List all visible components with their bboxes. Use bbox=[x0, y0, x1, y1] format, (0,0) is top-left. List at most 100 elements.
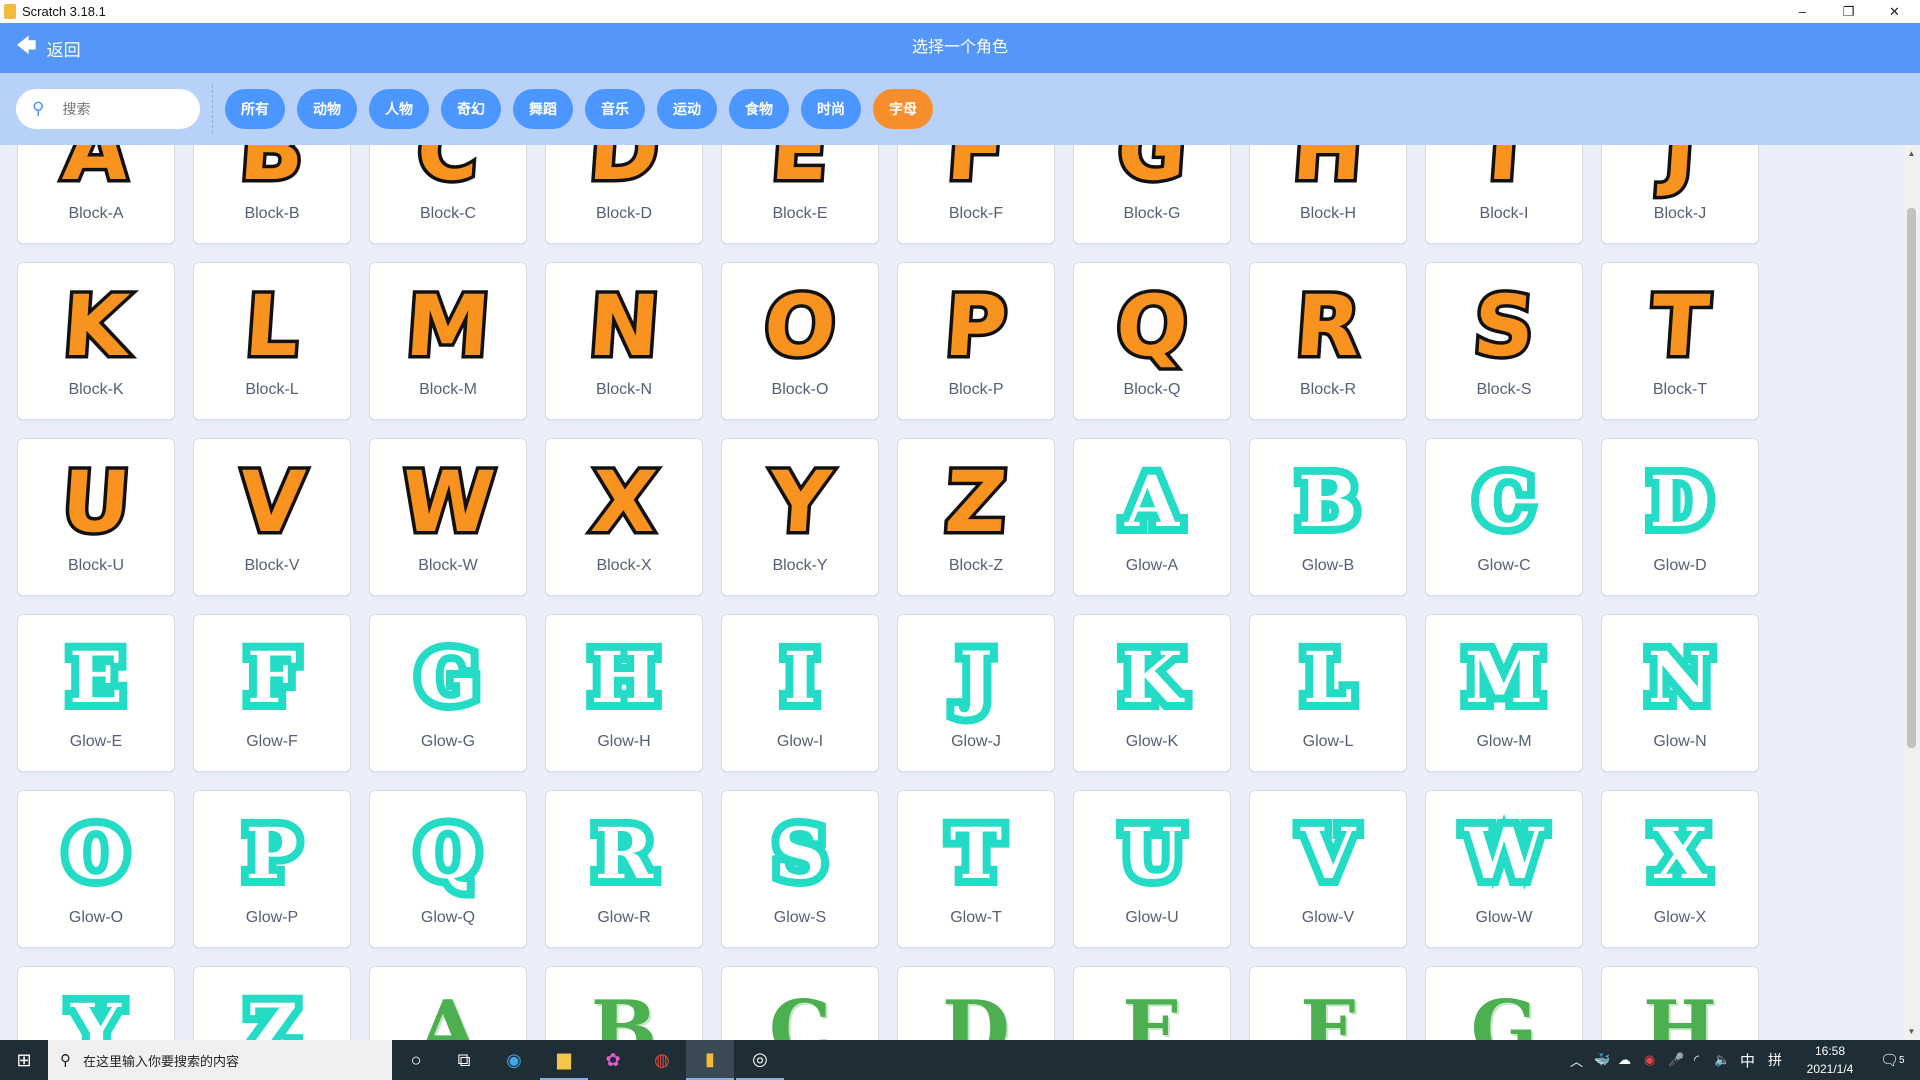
sprite-card[interactable]: R Block-R bbox=[1249, 262, 1407, 420]
sprite-card[interactable]: F bbox=[1249, 966, 1407, 1040]
sprite-card[interactable]: W Block-W bbox=[369, 438, 527, 596]
close-button[interactable]: ✕ bbox=[1872, 0, 1917, 23]
sprite-card[interactable]: G bbox=[1425, 966, 1583, 1040]
clock[interactable]: 16:58 2021/1/4 bbox=[1790, 1042, 1870, 1078]
scroll-up-icon[interactable]: ▲ bbox=[1903, 149, 1920, 158]
sprite-card[interactable]: Z bbox=[193, 966, 351, 1040]
filter-tag[interactable]: 字母 bbox=[873, 89, 933, 129]
obs-icon[interactable]: ◎ bbox=[736, 1040, 784, 1080]
filter-tag[interactable]: 运动 bbox=[657, 89, 717, 129]
filter-tag[interactable]: 音乐 bbox=[585, 89, 645, 129]
sprite-card[interactable]: H Glow-H bbox=[545, 614, 703, 772]
sprite-card[interactable]: Y Block-Y bbox=[721, 438, 879, 596]
sprite-card[interactable]: U Glow-U bbox=[1073, 790, 1231, 948]
windows-start-icon[interactable]: ⊞ bbox=[0, 1040, 48, 1080]
task-view-icon[interactable]: ⧉ bbox=[440, 1040, 488, 1080]
sprite-card[interactable]: J Block-J bbox=[1601, 145, 1759, 244]
sprite-card[interactable]: V Glow-V bbox=[1249, 790, 1407, 948]
filter-tag[interactable]: 奇幻 bbox=[441, 89, 501, 129]
sprite-card[interactable]: D bbox=[897, 966, 1055, 1040]
sprite-card[interactable]: Y bbox=[17, 966, 175, 1040]
sprite-card[interactable]: E Block-E bbox=[721, 145, 879, 244]
sprite-card[interactable]: A Glow-A bbox=[1073, 438, 1231, 596]
search-box[interactable]: ⚲ bbox=[16, 89, 200, 129]
scratch-taskbar-icon[interactable]: ▮ bbox=[686, 1040, 734, 1080]
sprite-card[interactable]: T Glow-T bbox=[897, 790, 1055, 948]
file-explorer-icon[interactable]: ▆ bbox=[540, 1040, 588, 1080]
scrollbar-thumb[interactable] bbox=[1907, 208, 1916, 748]
sprite-card[interactable]: P Glow-P bbox=[193, 790, 351, 948]
filter-tag[interactable]: 动物 bbox=[297, 89, 357, 129]
sprite-card[interactable]: O Glow-O bbox=[17, 790, 175, 948]
sprite-card[interactable]: R Glow-R bbox=[545, 790, 703, 948]
ime-language[interactable]: 中 bbox=[1740, 1040, 1755, 1080]
sprite-card[interactable]: B bbox=[545, 966, 703, 1040]
sprite-card[interactable]: L Glow-L bbox=[1249, 614, 1407, 772]
docker-icon[interactable]: 🐳 bbox=[1594, 1040, 1610, 1080]
filter-tag[interactable]: 人物 bbox=[369, 89, 429, 129]
sprite-card[interactable]: K Block-K bbox=[17, 262, 175, 420]
sprite-card[interactable]: I Block-I bbox=[1425, 145, 1583, 244]
ime-mode[interactable]: 拼 bbox=[1768, 1040, 1782, 1080]
edge-icon[interactable]: ◉ bbox=[490, 1040, 538, 1080]
sprite-card[interactable]: P Block-P bbox=[897, 262, 1055, 420]
sprite-card[interactable]: A Block-A bbox=[17, 145, 175, 244]
sprite-card[interactable]: O Block-O bbox=[721, 262, 879, 420]
wifi-icon[interactable]: ◜ bbox=[1694, 1040, 1699, 1080]
scroll-down-icon[interactable]: ▼ bbox=[1903, 1027, 1920, 1036]
filter-tag[interactable]: 食物 bbox=[729, 89, 789, 129]
sprite-card[interactable]: N Glow-N bbox=[1601, 614, 1759, 772]
sprite-card[interactable]: G Block-G bbox=[1073, 145, 1231, 244]
sprite-card[interactable]: Q Glow-Q bbox=[369, 790, 527, 948]
sprite-card[interactable]: E bbox=[1073, 966, 1231, 1040]
show-hidden-icons[interactable]: ︿ bbox=[1570, 1040, 1583, 1080]
sprite-card[interactable]: D Block-D bbox=[545, 145, 703, 244]
sprite-card[interactable]: H bbox=[1601, 966, 1759, 1040]
sprite-card[interactable]: M Block-M bbox=[369, 262, 527, 420]
sprite-card[interactable]: W Glow-W bbox=[1425, 790, 1583, 948]
taskbar-search[interactable]: ⚲ 在这里输入你要搜索的内容 bbox=[48, 1040, 392, 1080]
sprite-card[interactable]: C Block-C bbox=[369, 145, 527, 244]
sprite-card[interactable]: K Glow-K bbox=[1073, 614, 1231, 772]
volume-icon[interactable]: 🔈 bbox=[1714, 1040, 1730, 1080]
sprite-card[interactable]: T Block-T bbox=[1601, 262, 1759, 420]
microphone-icon[interactable]: 🎤 bbox=[1668, 1040, 1684, 1080]
filter-tag[interactable]: 舞蹈 bbox=[513, 89, 573, 129]
sprite-card[interactable]: B Glow-B bbox=[1249, 438, 1407, 596]
restore-button[interactable]: ❐ bbox=[1826, 0, 1871, 23]
sprite-card[interactable]: D Glow-D bbox=[1601, 438, 1759, 596]
sprite-card[interactable]: X Block-X bbox=[545, 438, 703, 596]
sprite-card[interactable]: Q Block-Q bbox=[1073, 262, 1231, 420]
sprite-card[interactable]: S Block-S bbox=[1425, 262, 1583, 420]
color-app-icon[interactable]: ✿ bbox=[589, 1040, 637, 1080]
obs-tray-icon[interactable]: ◉ bbox=[1644, 1040, 1655, 1080]
search-input[interactable] bbox=[62, 101, 173, 117]
sprite-card[interactable]: F Block-F bbox=[897, 145, 1055, 244]
sprite-card[interactable]: N Block-N bbox=[545, 262, 703, 420]
filter-tag[interactable]: 所有 bbox=[225, 89, 285, 129]
chrome-icon[interactable]: ◍ bbox=[638, 1040, 686, 1080]
sprite-card[interactable]: U Block-U bbox=[17, 438, 175, 596]
sprite-card[interactable]: A bbox=[369, 966, 527, 1040]
sprite-card[interactable]: C Glow-C bbox=[1425, 438, 1583, 596]
sprite-card[interactable]: C bbox=[721, 966, 879, 1040]
sprite-card[interactable]: E Glow-E bbox=[17, 614, 175, 772]
minimize-button[interactable]: – bbox=[1780, 0, 1825, 23]
sprite-card[interactable]: V Block-V bbox=[193, 438, 351, 596]
notification-icon[interactable]: 🗨 5 bbox=[1880, 1040, 1905, 1080]
sprite-card[interactable]: Z Block-Z bbox=[897, 438, 1055, 596]
sprite-card[interactable]: L Block-L bbox=[193, 262, 351, 420]
scrollbar[interactable]: ▲ ▼ bbox=[1903, 145, 1920, 1040]
cortana-icon[interactable]: ○ bbox=[392, 1040, 440, 1080]
sprite-card[interactable]: X Glow-X bbox=[1601, 790, 1759, 948]
sprite-card[interactable]: F Glow-F bbox=[193, 614, 351, 772]
filter-tag[interactable]: 时尚 bbox=[801, 89, 861, 129]
sprite-card[interactable]: G Glow-G bbox=[369, 614, 527, 772]
sprite-card[interactable]: M Glow-M bbox=[1425, 614, 1583, 772]
sprite-card[interactable]: S Glow-S bbox=[721, 790, 879, 948]
onedrive-icon[interactable]: ☁ bbox=[1618, 1040, 1631, 1080]
sprite-card[interactable]: B Block-B bbox=[193, 145, 351, 244]
sprite-card[interactable]: H Block-H bbox=[1249, 145, 1407, 244]
sprite-card[interactable]: J Glow-J bbox=[897, 614, 1055, 772]
sprite-card[interactable]: I Glow-I bbox=[721, 614, 879, 772]
